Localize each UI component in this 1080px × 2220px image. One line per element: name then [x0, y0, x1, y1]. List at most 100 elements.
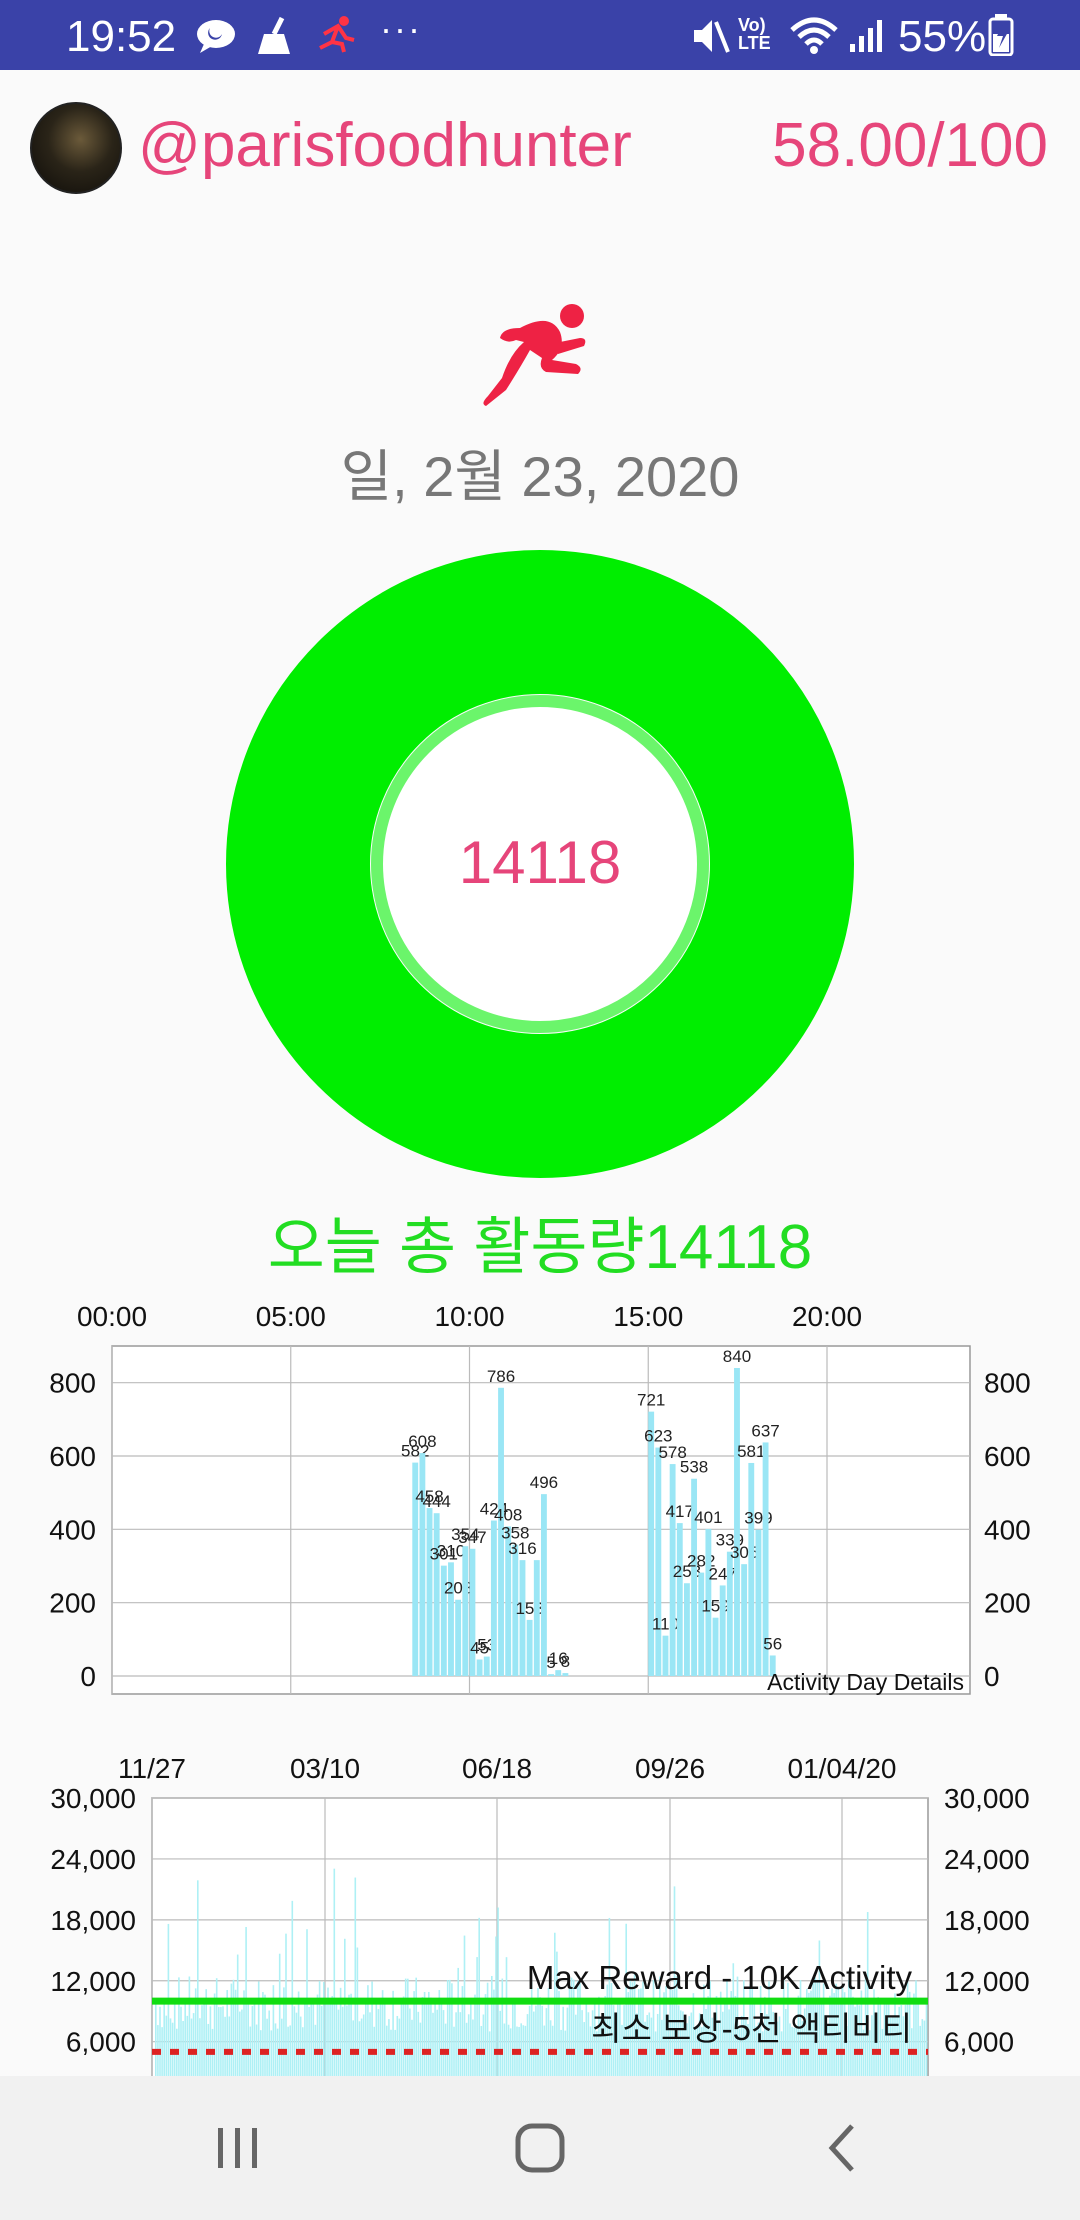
history-bar [499, 2010, 501, 2076]
history-bar [337, 2009, 340, 2076]
history-bar [197, 1880, 199, 2076]
history-bar [281, 2018, 283, 2076]
history-bar [184, 2000, 186, 2076]
history-bar [155, 2004, 157, 2076]
bar-data-label: 401 [694, 1508, 722, 1527]
username[interactable]: @parisfoodhunter [138, 110, 632, 181]
history-bar [917, 2002, 919, 2076]
y-tick-label-right: 800 [984, 1368, 1031, 1399]
back-icon[interactable] [802, 2116, 882, 2180]
history-bar [310, 2001, 312, 2076]
history-bar [278, 1953, 281, 2076]
history-bar [528, 2005, 531, 2076]
history-bar [383, 2000, 386, 2076]
history-bar [377, 2009, 380, 2076]
y-tick-label-left: 18,000 [50, 1905, 136, 1936]
history-bar [455, 2012, 457, 2076]
avatar[interactable] [30, 102, 122, 194]
history-bar [488, 2031, 491, 2076]
history-bar [236, 1954, 239, 2076]
chart-bar [519, 1560, 526, 1676]
history-bar [344, 1938, 346, 2076]
history-bar [346, 2005, 348, 2076]
y-tick-label-left: 600 [49, 1441, 96, 1472]
history-bar [352, 2020, 354, 2076]
chart-description: Activity Day Details [767, 1669, 964, 1695]
history-bar [291, 1900, 294, 2076]
history-bar [402, 1996, 405, 2076]
history-bar [262, 1992, 264, 2076]
recents-icon[interactable] [198, 2116, 278, 2180]
history-bar [495, 1936, 497, 2076]
history-bar [190, 2018, 193, 2076]
history-bar [213, 1993, 216, 2076]
history-bar [186, 2015, 189, 2076]
history-bar [348, 1994, 350, 2076]
y-tick-label-right: 0 [984, 1661, 1000, 1692]
history-bar [587, 2012, 590, 2076]
history-bar [923, 2020, 926, 2076]
history-bar [178, 1977, 180, 2076]
max-reward-label: Max Reward - 10K Activity [527, 1959, 913, 1996]
min-reward-label: 최소 보상-5천 액티비티 [591, 2010, 912, 2047]
history-bar [549, 2020, 552, 2076]
history-bar [222, 2006, 224, 2076]
history-bar [434, 1999, 436, 2076]
history-bar [451, 1983, 453, 2076]
bar-data-label: 721 [637, 1391, 665, 1410]
chart-bar [712, 1617, 719, 1676]
history-bar [299, 2016, 302, 2076]
history-bar [543, 2025, 546, 2076]
history-bar [440, 2002, 443, 2076]
history-bar [398, 2018, 401, 2076]
history-bar [371, 1981, 373, 2076]
history-bar [425, 1998, 428, 2076]
history-bar [579, 1983, 581, 2076]
history-bar [526, 2014, 529, 2076]
history-bar [507, 2024, 510, 2076]
bar-data-label: 581 [737, 1442, 765, 1461]
history-bar [257, 1981, 260, 2076]
history-bar [165, 2015, 168, 2076]
history-bar [449, 1979, 451, 2076]
history-bar [491, 1975, 493, 2076]
history-bar [163, 1998, 165, 2076]
chart-bar [483, 1656, 490, 1676]
date-label: 일, 2월 23, 2020 [340, 445, 740, 508]
x-tick-label: 01/04/20 [788, 1753, 897, 1784]
history-bar [915, 1980, 917, 2076]
history-bar [533, 2011, 535, 2076]
chart-bar [455, 1599, 462, 1676]
chart-bar [433, 1513, 440, 1676]
chart-bar [541, 1494, 547, 1676]
history-bar [362, 2014, 365, 2076]
history-bar [446, 1980, 449, 2076]
history-bar [331, 1996, 333, 2076]
history-bar [457, 1967, 459, 2076]
history-bar [169, 2018, 172, 2076]
history-bar [407, 1978, 409, 2076]
history-bar [270, 2030, 273, 2076]
history-bar [375, 2004, 378, 2076]
bar-data-label: 538 [680, 1458, 708, 1477]
history-bar [323, 1982, 325, 2076]
history-bar [505, 1957, 508, 2076]
history-bar [470, 2002, 472, 2076]
history-bar [203, 1997, 205, 2076]
y-tick-label-left: 0 [80, 1661, 96, 1692]
history-bar [560, 2029, 562, 2076]
history-bar [522, 2025, 525, 2076]
history-bar [358, 2021, 361, 2076]
status-bar: 19:52 ··· Vo) LTE 55% [0, 0, 1080, 70]
history-bar [459, 2012, 462, 2076]
activity-day-chart: 00:00 05:00 10:00 15:00 20:00 0 0 200 200 400 400 6… [49, 1301, 1031, 1695]
runner-icon [483, 304, 586, 406]
history-bar [365, 1998, 367, 2076]
history-bar [201, 2005, 203, 2076]
history-bar [209, 2006, 212, 2076]
history-bar [356, 1947, 359, 2076]
x-tick-label: 05:00 [256, 1301, 326, 1332]
battery-percent: 55% [898, 12, 987, 61]
chart-bar [741, 1564, 748, 1676]
home-icon[interactable] [500, 2116, 580, 2180]
